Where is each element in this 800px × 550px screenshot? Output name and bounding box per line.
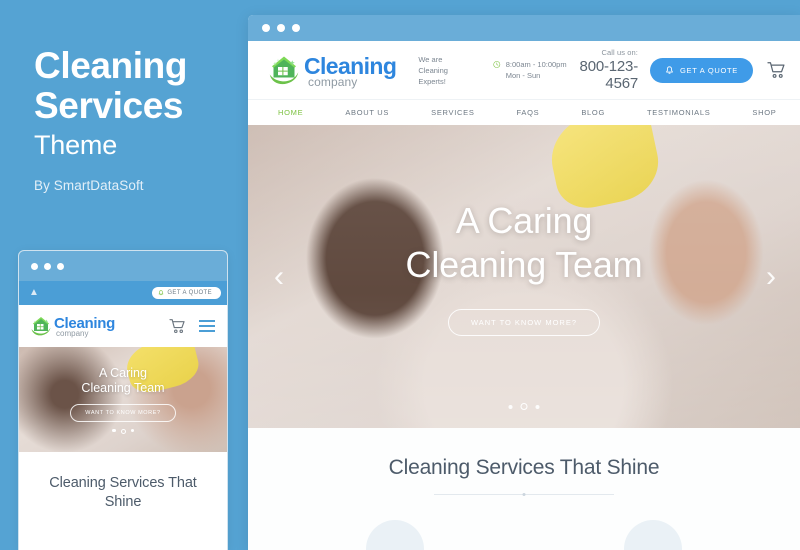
hero-title-line2: Cleaning Team [405, 244, 643, 285]
mobile-hero-slider: A Caring Cleaning Team WANT TO KNOW MORE… [19, 347, 227, 452]
hero-cta-button[interactable]: WANT TO KNOW MORE? [447, 309, 601, 336]
shopping-cart-icon [767, 61, 785, 78]
nav-item-about-us[interactable]: ABOUT US [345, 108, 410, 117]
nav-item-testimonials[interactable]: TESTIMONIALS [647, 108, 731, 117]
header-call-block: Call us on: 800-123-4567 [573, 48, 650, 92]
service-circle [366, 520, 424, 550]
mobile-site-header: Cleaning company [19, 305, 227, 347]
header-tagline: We are Cleaning Experts! [418, 54, 448, 86]
slider-prev-button[interactable]: ‹ [274, 261, 284, 292]
slider-dot[interactable] [130, 428, 134, 432]
nav-item-home[interactable]: HOME [278, 108, 324, 117]
header-hours-text: 8:00am - 10:00pm Mon - Sun [505, 60, 567, 80]
mobile-hero-title-line2: Cleaning Team [81, 380, 165, 395]
shopping-cart-button[interactable] [767, 61, 786, 79]
mobile-get-a-quote-button[interactable]: GET A QUOTE [152, 287, 221, 299]
green-house-sparkle-logo [31, 317, 51, 336]
site-logo[interactable]: Cleaning company [266, 52, 397, 88]
quote-button-label: GET A QUOTE [680, 65, 738, 75]
green-house-sparkle-logo [269, 56, 299, 85]
bell-icon [159, 290, 164, 296]
slider-dots [508, 403, 540, 410]
bell-icon [666, 65, 673, 74]
hamburger-menu-icon[interactable] [199, 319, 215, 333]
header-hours: 8:00am - 10:00pm Mon - Sun [493, 59, 573, 81]
slider-dot[interactable] [112, 428, 116, 432]
mobile-top-bar: ▲ GET A QUOTE [19, 281, 227, 305]
mobile-logo[interactable]: Cleaning company [29, 314, 115, 338]
mobile-quote-label: GET A QUOTE [167, 290, 212, 296]
mobile-hero-title-line1: A Caring [99, 365, 147, 380]
window-dot-icon [277, 24, 285, 32]
mobile-slider-dots [112, 428, 134, 434]
clock-icon [493, 61, 501, 68]
service-circle [624, 520, 682, 550]
nav-item-services[interactable]: SERVICES [431, 108, 495, 117]
promo-byline: By SmartDataSoft [34, 178, 144, 193]
window-dot-icon [262, 24, 270, 32]
promo-subtitle: Theme [34, 130, 118, 160]
mobile-hero-cta-button[interactable]: WANT TO KNOW MORE? [70, 403, 176, 422]
hero-title: A Caring Cleaning Team [406, 199, 643, 287]
nav-item-faqs[interactable]: FAQS [517, 108, 561, 117]
shopping-cart-icon[interactable] [169, 318, 186, 334]
slider-dot[interactable] [535, 404, 540, 409]
service-icon-circles [248, 520, 800, 550]
section-heading: Cleaning Services That Shine [388, 456, 660, 479]
promo-title-line2: Services [34, 85, 184, 126]
slider-dot-active[interactable] [120, 428, 126, 434]
slider-next-button[interactable]: › [766, 261, 776, 292]
hero-title-line1: A Caring [455, 200, 593, 241]
window-dot-icon [292, 24, 300, 32]
promo-title-line1: Cleaning [34, 45, 188, 86]
slider-dot-active[interactable] [520, 403, 528, 410]
window-dot-icon [44, 262, 51, 270]
get-a-quote-button[interactable]: GET A QUOTE [650, 57, 753, 83]
call-us-label: Call us on: [601, 48, 638, 57]
desktop-browser-window: Cleaning company We are Cleaning Experts… [248, 15, 800, 550]
mobile-section-heading: Cleaning Services That Shine [49, 475, 197, 510]
nav-item-shop[interactable]: SHOP [752, 108, 797, 117]
section-divider [434, 494, 614, 495]
promo-title: Cleaning Services [34, 46, 248, 126]
mobile-browser-chrome [19, 251, 227, 281]
chevron-up-icon[interactable]: ▲ [29, 288, 39, 298]
site-header: Cleaning company We are Cleaning Experts… [248, 41, 800, 99]
services-section: Cleaning Services That Shine [248, 428, 800, 550]
phone-number[interactable]: 800-123-4567 [573, 58, 639, 92]
nav-item-blog[interactable]: BLOG [581, 108, 626, 117]
main-navigation: HOME ABOUT US SERVICES FAQS BLOG TESTIMO… [248, 99, 800, 125]
window-dot-icon [31, 262, 38, 270]
mobile-services-section: Cleaning Services That Shine [19, 452, 227, 512]
mobile-preview: ▲ GET A QUOTE Cleaning company A Caring … [18, 250, 228, 550]
window-dot-icon [57, 262, 64, 270]
hero-slider: ‹ › A Caring Cleaning Team WANT TO KNOW … [248, 125, 800, 428]
browser-chrome [248, 15, 800, 41]
slider-dot[interactable] [508, 404, 513, 409]
